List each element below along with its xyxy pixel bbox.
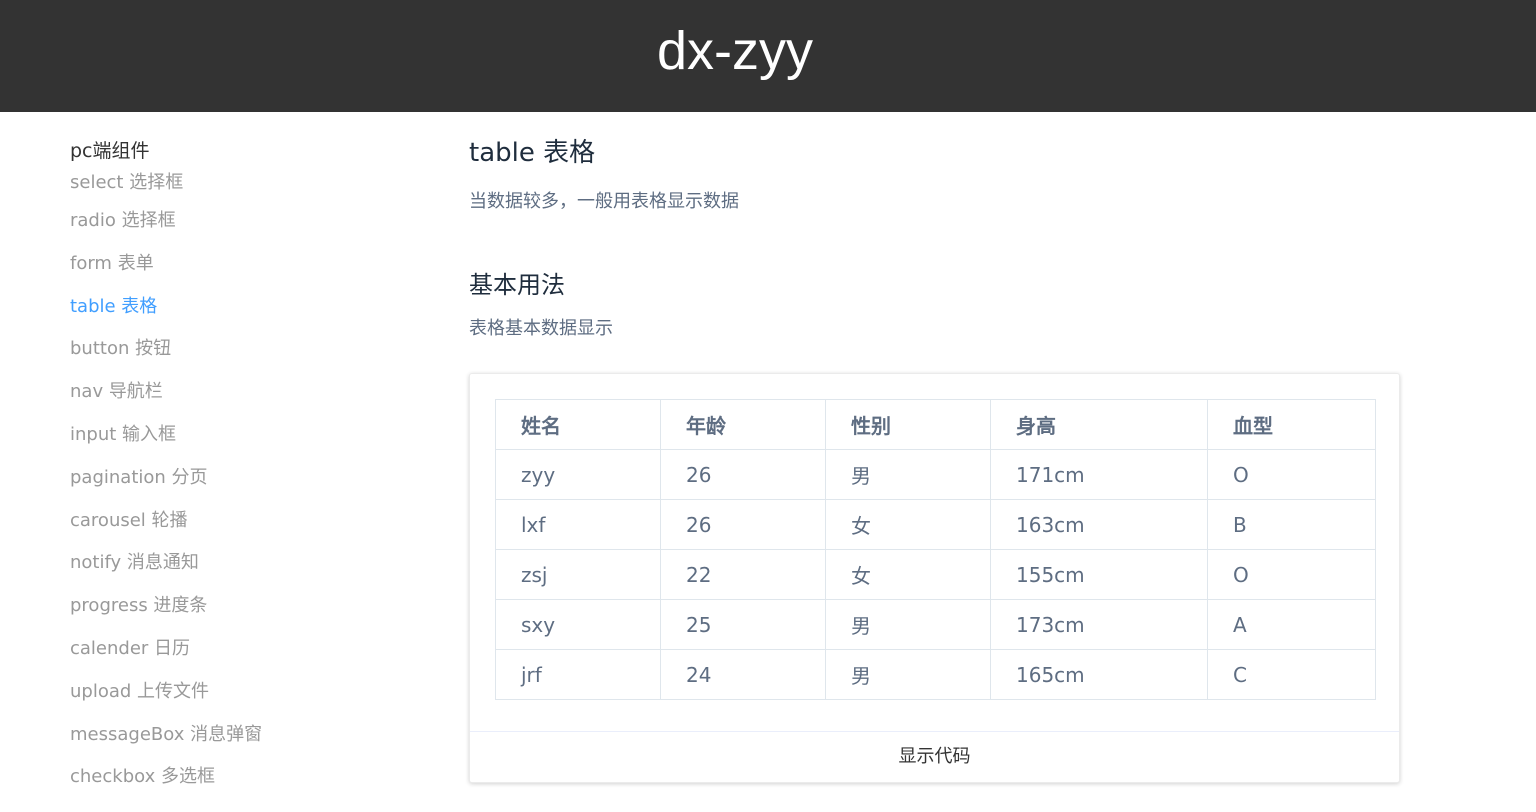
table-cell: O <box>1207 449 1376 500</box>
show-code-button[interactable]: 显示代码 <box>470 731 1399 782</box>
table-cell: B <box>1207 499 1376 550</box>
sidebar-item-upload[interactable]: upload 上传文件 <box>70 671 370 714</box>
column-header-height: 身高 <box>990 399 1208 450</box>
demo-card: 姓名 年龄 性别 身高 血型 zyy 26 男 171cm O lxf 26 女… <box>469 373 1400 783</box>
table-cell: O <box>1207 549 1376 600</box>
table-cell: 男 <box>825 449 991 500</box>
table-cell: 171cm <box>990 449 1208 500</box>
table-header-row: 姓名 年龄 性别 身高 血型 <box>495 399 1376 450</box>
table-cell: 22 <box>660 549 826 600</box>
table-row: zsj 22 女 155cm O <box>495 549 1376 600</box>
site-brand[interactable]: dx-zyy <box>0 20 1470 82</box>
column-header-name: 姓名 <box>495 399 661 450</box>
sidebar-item-checkbox[interactable]: checkbox 多选框 <box>70 756 370 799</box>
table-row: sxy 25 男 173cm A <box>495 599 1376 650</box>
sidebar-group-title: pc端组件 <box>70 140 150 162</box>
sidebar-item-button[interactable]: button 按钮 <box>70 328 370 371</box>
table-cell: C <box>1207 649 1376 700</box>
sidebar-menu: select 选择框 radio 选择框 form 表单 table 表格 bu… <box>70 166 370 799</box>
sidebar-item-progress[interactable]: progress 进度条 <box>70 585 370 628</box>
table-cell: lxf <box>495 499 661 550</box>
table-cell: zyy <box>495 449 661 500</box>
table-cell: 26 <box>660 499 826 550</box>
sidebar-item-messagebox[interactable]: messageBox 消息弹窗 <box>70 714 370 757</box>
sidebar-item-nav[interactable]: nav 导航栏 <box>70 371 370 414</box>
table-cell: 163cm <box>990 499 1208 550</box>
table-cell: 男 <box>825 599 991 650</box>
table-cell: sxy <box>495 599 661 650</box>
table-cell: 女 <box>825 499 991 550</box>
table-cell: 25 <box>660 599 826 650</box>
sidebar-item-table[interactable]: table 表格 <box>70 286 370 329</box>
sidebar-item-notify[interactable]: notify 消息通知 <box>70 542 370 585</box>
sidebar-item-carousel[interactable]: carousel 轮播 <box>70 500 370 543</box>
page-description: 当数据较多，一般用表格显示数据 <box>469 191 739 212</box>
column-header-blood-type: 血型 <box>1207 399 1376 450</box>
page-title: table 表格 <box>469 138 596 168</box>
table-row: jrf 24 男 165cm C <box>495 649 1376 700</box>
section-description: 表格基本数据显示 <box>469 318 613 339</box>
section-title: 基本用法 <box>469 271 565 299</box>
main-content: table 表格 当数据较多，一般用表格显示数据 基本用法 表格基本数据显示 姓… <box>469 130 1400 783</box>
table-cell: 165cm <box>990 649 1208 700</box>
sidebar-item-input[interactable]: input 输入框 <box>70 414 370 457</box>
sidebar-item-pagination[interactable]: pagination 分页 <box>70 457 370 500</box>
column-header-gender: 性别 <box>825 399 991 450</box>
sidebar-item-select[interactable]: select 选择框 <box>70 166 370 200</box>
table-cell: 女 <box>825 549 991 600</box>
sidebar: pc端组件 select 选择框 radio 选择框 form 表单 table… <box>70 136 370 799</box>
sidebar-item-form[interactable]: form 表单 <box>70 243 370 286</box>
column-header-age: 年龄 <box>660 399 826 450</box>
top-header: dx-zyy <box>0 0 1536 112</box>
table-cell: 173cm <box>990 599 1208 650</box>
table-cell: 26 <box>660 449 826 500</box>
table-cell: 24 <box>660 649 826 700</box>
table-cell: A <box>1207 599 1376 650</box>
data-table: 姓名 年龄 性别 身高 血型 zyy 26 男 171cm O lxf 26 女… <box>495 399 1376 700</box>
table-row: zyy 26 男 171cm O <box>495 449 1376 500</box>
table-cell: 155cm <box>990 549 1208 600</box>
sidebar-item-radio[interactable]: radio 选择框 <box>70 200 370 243</box>
table-row: lxf 26 女 163cm B <box>495 499 1376 550</box>
table-cell: jrf <box>495 649 661 700</box>
sidebar-item-calender[interactable]: calender 日历 <box>70 628 370 671</box>
table-cell: zsj <box>495 549 661 600</box>
table-cell: 男 <box>825 649 991 700</box>
